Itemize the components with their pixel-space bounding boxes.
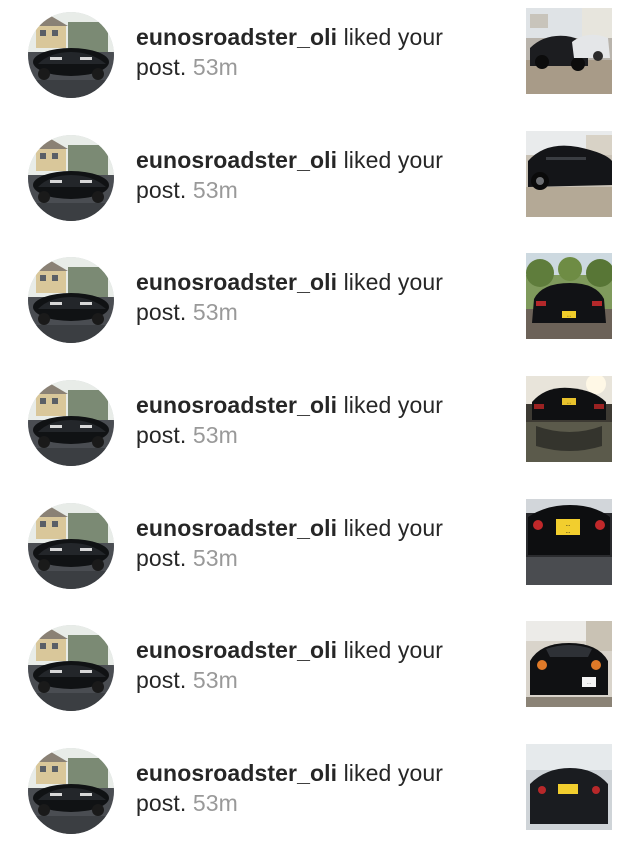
timestamp: 53m xyxy=(192,54,238,80)
user-avatar[interactable] xyxy=(28,379,114,466)
username-link[interactable]: eunosroadster_oli xyxy=(136,269,337,295)
car-photo-rear-trees-icon: ... xyxy=(526,253,612,340)
car-photo-front-street-icon xyxy=(526,8,612,94)
user-avatar[interactable] xyxy=(28,502,114,589)
notification-text: eunosroadster_oli liked your post. 53m xyxy=(136,390,476,450)
username-link[interactable]: eunosroadster_oli xyxy=(136,637,337,663)
notification-row[interactable]: eunosroadster_oli liked your post. 53m .… xyxy=(0,491,640,614)
username-link[interactable]: eunosroadster_oli xyxy=(136,24,337,50)
plate-text-line2: ... xyxy=(565,529,570,535)
roadster-avatar-icon xyxy=(28,625,114,712)
notification-row[interactable]: eunosroadster_oli liked your post. 53m xyxy=(0,0,640,123)
user-avatar[interactable] xyxy=(28,747,114,834)
action-text-2: post. xyxy=(136,667,187,694)
timestamp: 53m xyxy=(192,667,238,694)
action-text-2: post. xyxy=(136,789,187,816)
notification-feed: eunosroadster_oli liked your post. 53m e… xyxy=(0,0,640,859)
post-thumbnail[interactable]: ... ... xyxy=(526,498,612,585)
roadster-avatar-icon xyxy=(28,379,114,466)
post-thumbnail[interactable]: ... xyxy=(526,621,612,708)
action-text: liked your xyxy=(343,269,444,296)
timestamp: 53m xyxy=(192,299,238,326)
user-avatar[interactable] xyxy=(28,12,114,98)
user-avatar[interactable] xyxy=(28,134,114,221)
notification-row[interactable]: eunosroadster_oli liked your post. 53m xyxy=(0,123,640,246)
post-thumbnail[interactable] xyxy=(526,8,612,94)
roadster-avatar-icon xyxy=(28,12,114,98)
plate-text: ... xyxy=(567,313,571,319)
action-text: liked your xyxy=(343,637,444,664)
action-text: liked your xyxy=(343,759,444,786)
username-link[interactable]: eunosroadster_oli xyxy=(136,515,337,541)
action-text-2: post. xyxy=(136,421,187,448)
action-text: liked your xyxy=(343,24,444,50)
timestamp: 53m xyxy=(192,544,238,571)
action-text-2: post. xyxy=(136,544,187,571)
plate-text: ... xyxy=(567,399,571,405)
car-photo-rear-plate-icon: ... ... xyxy=(526,498,612,585)
roadster-avatar-icon xyxy=(28,134,114,221)
post-thumbnail[interactable]: ... xyxy=(526,253,612,340)
roadster-avatar-icon xyxy=(28,257,114,344)
roadster-avatar-icon xyxy=(28,747,114,834)
post-thumbnail[interactable] xyxy=(526,743,612,830)
user-avatar[interactable] xyxy=(28,257,114,344)
action-text: liked your xyxy=(343,514,444,541)
user-avatar[interactable] xyxy=(28,625,114,712)
plate-text: ... xyxy=(587,680,591,685)
action-text-2: post. xyxy=(136,299,187,326)
notification-row[interactable]: eunosroadster_oli liked your post. 53m xyxy=(0,736,640,859)
car-photo-front-headlights-icon: ... xyxy=(526,621,612,708)
timestamp: 53m xyxy=(192,421,238,448)
notification-row[interactable]: eunosroadster_oli liked your post. 53m .… xyxy=(0,245,640,368)
post-thumbnail[interactable]: ... xyxy=(526,375,612,462)
plate-text-line1: ... xyxy=(565,522,570,528)
notification-text: eunosroadster_oli liked your post. 53m xyxy=(136,267,476,327)
car-photo-side-gravel-icon xyxy=(526,130,612,217)
action-text: liked your xyxy=(343,146,444,173)
action-text-2: post. xyxy=(136,176,187,203)
username-link[interactable]: eunosroadster_oli xyxy=(136,760,337,786)
notification-row[interactable]: eunosroadster_oli liked your post. 53m .… xyxy=(0,613,640,736)
username-link[interactable]: eunosroadster_oli xyxy=(136,392,337,418)
timestamp: 53m xyxy=(192,176,238,203)
username-link[interactable]: eunosroadster_oli xyxy=(136,147,337,173)
action-text: liked your xyxy=(343,391,444,418)
action-text-2: post. xyxy=(136,54,187,80)
notification-text: eunosroadster_oli liked your post. 53m xyxy=(136,22,476,82)
notification-row[interactable]: eunosroadster_oli liked your post. 53m .… xyxy=(0,368,640,491)
post-thumbnail[interactable] xyxy=(526,130,612,217)
car-photo-rear-reflection-icon: ... xyxy=(526,375,612,462)
notification-text: eunosroadster_oli liked your post. 53m xyxy=(136,145,476,205)
timestamp: 53m xyxy=(192,789,238,816)
notification-text: eunosroadster_oli liked your post. 53m xyxy=(136,635,476,695)
car-photo-rear-plate-2-icon xyxy=(526,743,612,830)
roadster-avatar-icon xyxy=(28,502,114,589)
notification-text: eunosroadster_oli liked your post. 53m xyxy=(136,758,476,818)
notification-text: eunosroadster_oli liked your post. 53m xyxy=(136,513,476,573)
